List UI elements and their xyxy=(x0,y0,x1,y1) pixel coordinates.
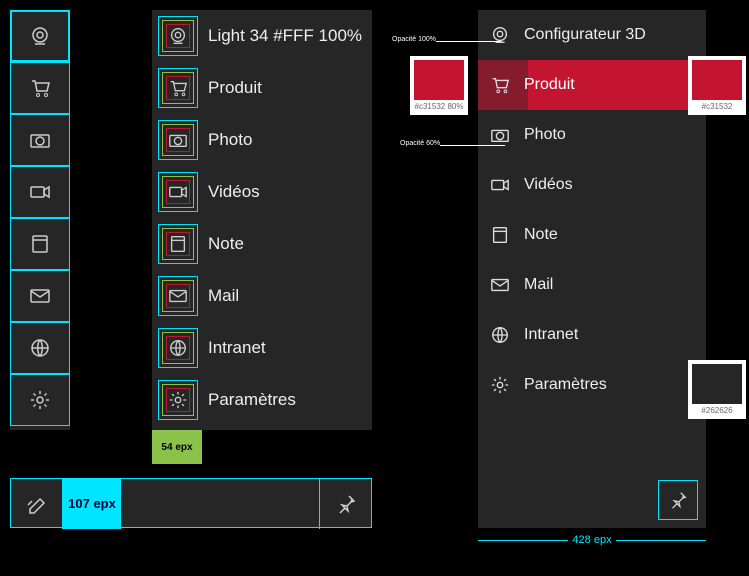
nav-item-label: Photo xyxy=(524,126,566,144)
gear-icon xyxy=(490,375,510,395)
rail-item-cart[interactable] xyxy=(10,62,70,114)
mail-icon xyxy=(490,275,510,295)
video-icon xyxy=(158,172,198,212)
nav-item[interactable]: Paramètres xyxy=(478,360,706,410)
cart-icon xyxy=(158,68,198,108)
icon-rail xyxy=(10,10,70,430)
menu-item[interactable]: Vidéos xyxy=(152,166,372,218)
menu-detail: Light 34 #FFF 100% Produit Photo Vidéos Note… xyxy=(152,10,372,430)
menu-item-label: Paramètres xyxy=(208,390,296,410)
video-icon xyxy=(490,175,510,195)
rail-item-globe[interactable] xyxy=(10,322,70,374)
nav-item-label: Produit xyxy=(524,76,575,94)
cart-icon xyxy=(490,75,510,95)
nav-item[interactable]: Vidéos xyxy=(478,160,706,210)
color-swatch-2: #c31532 xyxy=(688,56,746,115)
color-swatch-1: #c31532 80% xyxy=(410,56,468,115)
menu-item-label: Note xyxy=(208,234,244,254)
nav-title[interactable]: Configurateur 3D xyxy=(478,10,706,60)
menu-item-label: Photo xyxy=(208,130,252,150)
nav-item[interactable]: Photo xyxy=(478,110,706,160)
rail-item-cam[interactable] xyxy=(10,10,70,62)
mail-icon xyxy=(158,276,198,316)
menu-item[interactable]: Mail xyxy=(152,270,372,322)
globe-icon xyxy=(490,325,510,345)
nav-item-label: Intranet xyxy=(524,326,578,344)
camera-icon xyxy=(490,125,510,145)
rail-item-gear[interactable] xyxy=(10,374,70,426)
menu-item-label: Produit xyxy=(208,78,262,98)
rail-item-video[interactable] xyxy=(10,166,70,218)
menu-item-label: Intranet xyxy=(208,338,266,358)
nav-item[interactable]: Produit xyxy=(478,60,706,110)
cam-icon xyxy=(158,16,198,56)
gear-icon xyxy=(158,380,198,420)
nav-item-label: Mail xyxy=(524,276,553,294)
menu-item[interactable]: Produit xyxy=(152,62,372,114)
spec-badge-54: 54 epx xyxy=(152,430,202,464)
nav-item[interactable]: Intranet xyxy=(478,310,706,360)
rail-item-mail[interactable] xyxy=(10,270,70,322)
rail-item-camera[interactable] xyxy=(10,114,70,166)
spec-badge-107: 107 epx xyxy=(63,479,121,529)
globe-icon xyxy=(158,328,198,368)
menu-item[interactable]: Intranet xyxy=(152,322,372,374)
menu-item-label: Mail xyxy=(208,286,239,306)
nav-item-label: Note xyxy=(524,226,558,244)
menu-item[interactable]: Note xyxy=(152,218,372,270)
edit-icon-button[interactable] xyxy=(11,479,63,529)
footer-bar: 107 epx xyxy=(10,478,372,528)
menu-item[interactable]: Light 34 #FFF 100% xyxy=(152,10,372,62)
nav-item[interactable]: Note xyxy=(478,210,706,260)
menu-item[interactable]: Photo xyxy=(152,114,372,166)
note-icon xyxy=(158,224,198,264)
nav-item[interactable]: Mail xyxy=(478,260,706,310)
nav-panel: Configurateur 3D Produit Photo Vidéos Note M… xyxy=(478,10,706,528)
color-swatch-3: #262626 xyxy=(688,360,746,419)
nav-item-label: Vidéos xyxy=(524,176,573,194)
pin-button[interactable] xyxy=(319,479,371,529)
annotation-opacity-100: Opacité 100% xyxy=(392,36,436,43)
note-icon xyxy=(490,225,510,245)
pin-button-right[interactable] xyxy=(658,480,698,520)
camera-icon xyxy=(158,120,198,160)
menu-item-label: Vidéos xyxy=(208,182,260,202)
dimension-width: 428 epx xyxy=(478,534,706,546)
rail-item-note[interactable] xyxy=(10,218,70,270)
nav-title-label: Configurateur 3D xyxy=(524,26,646,44)
menu-item-label: Light 34 #FFF 100% xyxy=(208,26,362,46)
annotation-opacity-60: Opacité 60% xyxy=(400,140,440,147)
nav-item-label: Paramètres xyxy=(524,376,607,394)
menu-item[interactable]: Paramètres xyxy=(152,374,372,426)
